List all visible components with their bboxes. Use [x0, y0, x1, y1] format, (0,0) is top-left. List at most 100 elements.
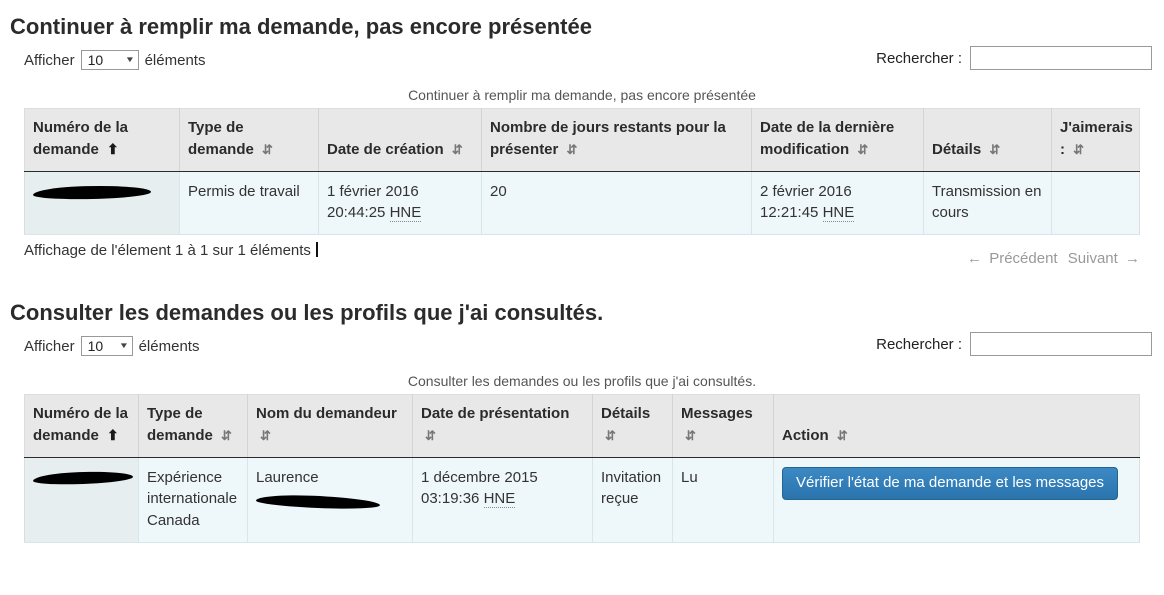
- table-caption-section-2: Consulter les demandes ou les profils qu…: [407, 373, 757, 389]
- page-root: Continuer à remplir ma demande, pas enco…: [0, 0, 1164, 543]
- column-header-date-presentation[interactable]: Date de présentation ⇵: [412, 394, 593, 458]
- column-header-jaimerais[interactable]: J'aimerais : ⇵: [1051, 108, 1140, 172]
- sort-both-icon: ⇵: [685, 427, 696, 443]
- sort-ascending-icon: ⬆: [107, 140, 119, 157]
- column-header-label: Type de demande: [147, 405, 213, 444]
- pagination-next-button[interactable]: Suivant: [1065, 250, 1121, 267]
- sort-both-icon: ⇵: [989, 141, 1000, 157]
- sort-both-icon: ⇵: [425, 427, 436, 443]
- sort-ascending-icon: ⬆: [107, 426, 119, 443]
- cell-date-modification: 2 février 2016 12:21:45 HNE: [751, 171, 924, 235]
- column-header-action[interactable]: Action ⇵: [773, 394, 1140, 458]
- sort-both-icon: ⇵: [566, 141, 578, 157]
- column-header-label: Détails: [601, 405, 651, 422]
- table-container-section-1: Continuer à remplir ma demande, pas enco…: [10, 84, 1154, 235]
- sort-both-icon: ⇵: [1073, 141, 1084, 157]
- cell-date-presentation: 1 décembre 2015 03:19:36 HNE: [412, 457, 593, 543]
- column-header-label: Nombre de jours restants pour la présent…: [490, 119, 726, 158]
- length-label-after: éléments: [138, 337, 200, 355]
- search-label: Rechercher :: [876, 335, 962, 353]
- redacted-value: [32, 184, 152, 201]
- table-header-row: Numéro de la demande ⬆ Type de demande ⇵…: [24, 108, 1140, 172]
- table-container-section-2: Consulter les demandes ou les profils qu…: [10, 370, 1154, 543]
- column-header-type-demande[interactable]: Type de demande ⇵: [138, 394, 248, 458]
- column-header-label: Date de la dernière modification: [760, 119, 895, 158]
- search-input-section-2[interactable]: [970, 332, 1152, 356]
- column-header-date-creation[interactable]: Date de création ⇵: [318, 108, 482, 172]
- cell-type-demande: Permis de travail: [179, 171, 319, 235]
- timezone-abbr: HNE: [483, 490, 516, 509]
- cell-numero-demande: [24, 171, 180, 235]
- pagination-section-1: ← Précédent Suivant →: [967, 250, 1140, 267]
- column-header-label: Date de création: [327, 140, 444, 158]
- table-controls-section-1: Afficher 10 ▼ éléments Rechercher :: [10, 46, 1154, 84]
- column-header-jours-restants[interactable]: Nombre de jours restants pour la présent…: [481, 108, 752, 172]
- page-length-select-section-1[interactable]: 10 ▼: [80, 50, 139, 70]
- length-control-section-2: Afficher 10 ▼ éléments: [24, 336, 199, 356]
- time-value: 20:44:25: [327, 204, 386, 222]
- table-caption-section-1: Continuer à remplir ma demande, pas enco…: [408, 87, 756, 103]
- column-header-label: Action: [782, 426, 829, 444]
- column-header-numero-demande[interactable]: Numéro de la demande ⬆: [24, 394, 139, 458]
- date-value: 2 février 2016: [760, 182, 852, 200]
- cell-details: Invitation reçue: [592, 457, 673, 543]
- column-header-numero-demande[interactable]: Numéro de la demande ⬆: [24, 108, 180, 172]
- date-value: 1 février 2016: [327, 182, 419, 200]
- consulted-applications-table-section-2: Consulter les demandes ou les profils qu…: [24, 370, 1140, 543]
- search-control-section-2: Rechercher :: [876, 332, 1152, 356]
- sort-both-icon: ⇵: [221, 427, 232, 443]
- column-header-details[interactable]: Détails ⇵: [923, 108, 1052, 172]
- column-header-label: Type de demande: [188, 119, 254, 158]
- cell-nom-demandeur-value: Laurence: [256, 468, 319, 486]
- cell-numero-demande: [24, 457, 139, 543]
- column-header-details[interactable]: Détails ⇵: [592, 394, 673, 458]
- sort-both-icon: ⇵: [605, 427, 616, 443]
- cell-messages: Lu: [672, 457, 774, 543]
- page-length-select-section-2[interactable]: 10 ▼: [80, 336, 133, 356]
- column-header-label: J'aimerais :: [1060, 119, 1133, 158]
- cell-jours-restants: 20: [481, 171, 752, 235]
- page-length-value: 10: [87, 52, 104, 68]
- time-value: 03:19:36: [421, 490, 480, 508]
- table-footer-section-1: Affichage de l'élement 1 à 1 sur 1 éléme…: [10, 235, 1154, 278]
- column-header-type-demande[interactable]: Type de demande ⇵: [179, 108, 319, 172]
- date-value: 1 décembre 2015: [421, 468, 538, 486]
- table-row: Expérience internationale Canada Laurenc…: [24, 457, 1140, 543]
- timezone-abbr: HNE: [389, 204, 422, 223]
- column-header-label: Détails: [932, 140, 982, 158]
- column-header-label: Nom du demandeur: [256, 405, 397, 422]
- column-header-messages[interactable]: Messages ⇵: [672, 394, 774, 458]
- page-length-value: 10: [87, 338, 104, 354]
- arrow-right-icon: →: [1125, 250, 1140, 267]
- column-header-date-modification[interactable]: Date de la dernière modification ⇵: [751, 108, 924, 172]
- page-title-section-2: Consulter les demandes ou les profils qu…: [10, 300, 604, 325]
- column-header-nom-demandeur[interactable]: Nom du demandeur ⇵: [247, 394, 413, 458]
- sort-both-icon: ⇵: [260, 427, 271, 443]
- timezone-abbr: HNE: [822, 204, 855, 223]
- search-control-section-1: Rechercher :: [876, 46, 1152, 70]
- search-label: Rechercher :: [876, 49, 962, 67]
- chevron-down-icon: ▼: [118, 341, 129, 350]
- cell-nom-demandeur: Laurence: [247, 457, 413, 543]
- length-label-before: Afficher: [24, 337, 75, 355]
- verifier-etat-demande-button[interactable]: Vérifier l'état de ma demande et les mes…: [782, 466, 1119, 500]
- cell-date-creation: 1 février 2016 20:44:25 HNE: [318, 171, 482, 235]
- column-header-label: Messages: [681, 405, 753, 422]
- sort-both-icon: ⇵: [262, 141, 273, 157]
- cell-jaimerais: [1051, 171, 1140, 235]
- table-info-section-1: Affichage de l'élement 1 à 1 sur 1 éléme…: [24, 242, 311, 259]
- length-label-after: éléments: [144, 51, 206, 69]
- redacted-value: [32, 469, 134, 486]
- length-control-section-1: Afficher 10 ▼ éléments: [24, 50, 205, 70]
- cell-action: Vérifier l'état de ma demande et les mes…: [773, 457, 1140, 543]
- length-label-before: Afficher: [24, 51, 75, 69]
- time-value: 12:21:45: [760, 204, 819, 222]
- chevron-down-icon: ▼: [124, 55, 135, 64]
- applications-table-section-1: Continuer à remplir ma demande, pas enco…: [24, 84, 1140, 235]
- search-input-section-1[interactable]: [970, 46, 1152, 70]
- table-header-row: Numéro de la demande ⬆ Type de demande ⇵…: [24, 394, 1140, 458]
- table-row: Permis de travail 1 février 2016 20:44:2…: [24, 171, 1140, 235]
- text-cursor: [315, 242, 318, 257]
- sort-both-icon: ⇵: [836, 427, 848, 443]
- pagination-previous-button[interactable]: Précédent: [986, 250, 1060, 267]
